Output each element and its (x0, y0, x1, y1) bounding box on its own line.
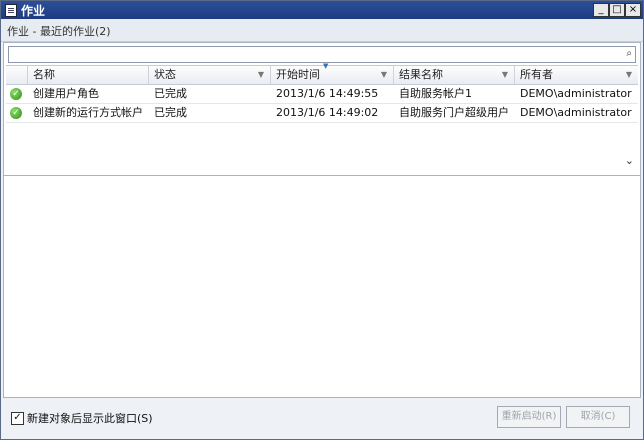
job-result-name: 自助服务门户超级用户 (399, 106, 509, 119)
grid-header: 名称 状态 ▼ 开始时间 ▼ 结果名称 ▼ 所有者 ▼ ▼ (6, 62, 638, 85)
job-result-name: 自助服务帐户1 (399, 87, 472, 100)
search-box[interactable]: ⌕ (8, 46, 636, 63)
job-status: 已完成 (154, 87, 187, 100)
jobs-window: 作业 _ □ × 作业 - 最近的作业(2) ⌕ 名称 状态 ▼ 开始时间 ▼ 结果… (0, 0, 644, 440)
cancel-button[interactable]: 取消(C) (566, 406, 630, 428)
header-result-name[interactable]: 结果名称 ▼ (394, 66, 515, 84)
job-owner: DEMO\administrator (520, 87, 632, 100)
job-start-time: 2013/1/6 14:49:55 (276, 87, 379, 100)
header-name[interactable]: 名称 (28, 66, 149, 84)
job-start-time: 2013/1/6 14:49:02 (276, 106, 379, 119)
filter-arrow-icon[interactable]: ▼ (626, 66, 632, 84)
header-owner[interactable]: 所有者 ▼ (515, 66, 638, 84)
job-name: 创建新的运行方式帐户 (33, 106, 143, 119)
filter-arrow-icon[interactable]: ▼ (381, 66, 387, 84)
checkbox-label: 新建对象后显示此窗口(S) (27, 412, 153, 425)
chevron-down-icon[interactable]: ⌄ (625, 154, 634, 167)
restart-button[interactable]: 重新启动(R) (497, 406, 561, 428)
header-owner-label: 所有者 (520, 68, 553, 81)
show-window-checkbox[interactable]: ✓ 新建对象后显示此窗口(S) (11, 410, 153, 426)
jobs-grid: 名称 状态 ▼ 开始时间 ▼ 结果名称 ▼ 所有者 ▼ ▼ ✓ 创建用户角色 已完成 2… (6, 62, 638, 123)
filter-arrow-icon[interactable]: ▼ (258, 66, 264, 84)
table-row[interactable]: ✓ 创建用户角色 已完成 2013/1/6 14:49:55 自助服务帐户1 D… (6, 85, 638, 104)
job-status: 已完成 (154, 106, 187, 119)
window-icon (5, 4, 17, 17)
window-title: 作业 (21, 4, 46, 18)
header-name-label: 名称 (33, 68, 55, 81)
header-start-time-label: 开始时间 (276, 68, 320, 81)
header-start-time[interactable]: 开始时间 ▼ (271, 66, 394, 84)
maximize-button[interactable]: □ (609, 3, 625, 17)
filter-arrow-icon[interactable]: ▼ (502, 66, 508, 84)
close-button[interactable]: × (625, 3, 641, 17)
sort-descending-icon: ▼ (323, 62, 329, 70)
job-name: 创建用户角色 (33, 87, 99, 100)
details-pane (3, 175, 641, 398)
header-result-name-label: 结果名称 (399, 68, 443, 81)
search-icon[interactable]: ⌕ (626, 48, 632, 59)
jobs-panel: ⌕ 名称 状态 ▼ 开始时间 ▼ 结果名称 ▼ 所有者 ▼ ▼ ✓ 创建用户角色 已完成… (3, 42, 641, 176)
footer: ✓ 新建对象后显示此窗口(S) 重新启动(R) 取消(C) (1, 400, 643, 439)
search-input[interactable] (9, 47, 615, 60)
table-row[interactable]: ✓ 创建新的运行方式帐户 已完成 2013/1/6 14:49:02 自助服务门… (6, 104, 638, 123)
job-owner: DEMO\administrator (520, 106, 632, 119)
minimize-button[interactable]: _ (593, 3, 609, 17)
checkbox-box[interactable]: ✓ (11, 411, 24, 425)
subheader: 作业 - 最近的作业(2) (1, 19, 643, 42)
completed-check-icon: ✓ (10, 88, 22, 100)
title-bar[interactable]: 作业 _ □ × (1, 1, 643, 19)
header-status-label: 状态 (154, 68, 176, 81)
recent-jobs-heading: 作业 - 最近的作业(2) (7, 25, 111, 38)
header-status[interactable]: 状态 ▼ (149, 66, 271, 84)
header-status-icon-col[interactable] (6, 66, 28, 84)
completed-check-icon: ✓ (10, 107, 22, 119)
